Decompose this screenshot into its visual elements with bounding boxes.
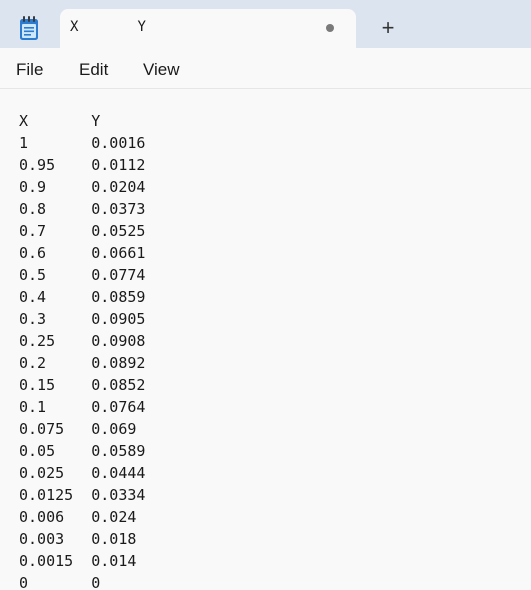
unsaved-dot-icon[interactable] — [326, 24, 334, 32]
notepad-icon — [20, 16, 38, 40]
new-tab-button[interactable]: + — [372, 14, 404, 42]
tab-title: X Y — [70, 19, 146, 35]
text-editor[interactable]: X Y 1 0.0016 0.95 0.0112 0.9 0.0204 0.8 … — [0, 89, 531, 590]
document-text[interactable]: X Y 1 0.0016 0.95 0.0112 0.9 0.0204 0.8 … — [19, 110, 145, 590]
title-bar: X Y + — [0, 0, 531, 48]
menu-file[interactable]: File — [16, 60, 43, 80]
menu-edit[interactable]: Edit — [79, 60, 108, 80]
document-tab[interactable]: X Y — [60, 9, 356, 48]
menu-view[interactable]: View — [143, 60, 180, 80]
menu-bar: File Edit View — [0, 48, 531, 89]
